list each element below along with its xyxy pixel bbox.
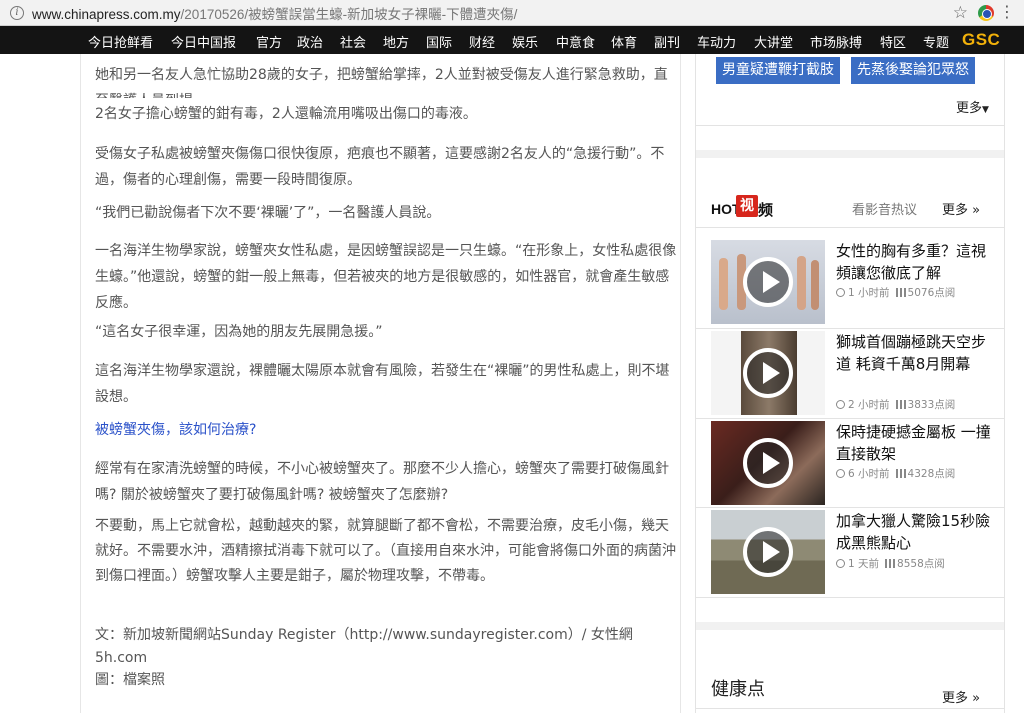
views-icon bbox=[885, 559, 896, 568]
nav-item[interactable]: 娱乐 bbox=[512, 32, 538, 51]
nav-item[interactable]: 车动力 bbox=[697, 32, 736, 51]
news-tag[interactable]: 先蒸後娶論犯眾怒 bbox=[851, 57, 975, 84]
browser-menu-icon[interactable]: ⋮ bbox=[999, 3, 1015, 21]
divider bbox=[696, 227, 1004, 228]
divider bbox=[696, 328, 1004, 329]
play-icon[interactable] bbox=[743, 348, 793, 398]
url-path: /20170526/被螃蟹誤當生蠔-新加坡女子裸曬-下體遭夾傷/ bbox=[180, 6, 518, 22]
divider bbox=[696, 708, 1004, 709]
health-section-title: 健康点 bbox=[711, 679, 765, 700]
article-paragraph: “我們已勸說傷者下次不要‘裸曬’了”，一名醫護人員說。 bbox=[95, 205, 441, 221]
info-icon[interactable]: i bbox=[10, 5, 24, 20]
video-meta: 6 小时前 4328点阅 bbox=[836, 466, 955, 481]
video-views: 5076点阅 bbox=[907, 287, 956, 299]
url-text[interactable]: www.chinapress.com.my/20170526/被螃蟹誤當生蠔-新… bbox=[32, 3, 932, 23]
play-icon[interactable] bbox=[743, 438, 793, 488]
browser-url-bar[interactable]: i www.chinapress.com.my/20170526/被螃蟹誤當生蠔… bbox=[0, 0, 1024, 26]
nav-item[interactable]: 财经 bbox=[469, 32, 495, 51]
extension-icon[interactable] bbox=[978, 5, 994, 21]
video-views: 3833点阅 bbox=[907, 399, 956, 411]
video-thumbnail[interactable] bbox=[711, 331, 825, 415]
divider bbox=[696, 622, 1004, 630]
nav-item[interactable]: 大讲堂 bbox=[754, 32, 793, 51]
url-host: www.chinapress.com.my bbox=[32, 6, 181, 22]
clock-icon bbox=[836, 559, 845, 568]
article-paragraph: 經常有在家清洗螃蟹的時候，不小心被螃蟹夾了。那麼不少人擔心，螃蟹夾了需要打破傷風… bbox=[95, 461, 669, 503]
views-icon bbox=[895, 400, 906, 409]
clock-icon bbox=[836, 400, 845, 409]
caret-down-icon: ▼ bbox=[982, 105, 989, 115]
article-photo-credit: 圖：檔案照 bbox=[95, 672, 165, 688]
video-meta: 1 天前 8558点阅 bbox=[836, 556, 945, 571]
article-paragraph: 受傷女子私處被螃蟹夾傷傷口很快復原，疤痕也不顯著，這要感謝2名友人的“急援行動”… bbox=[95, 146, 665, 188]
site-top-nav: 今日抢鲜看 今日中国报 官方 政治 社会 地方 国际 财经 娱乐 中意食 体育 … bbox=[0, 26, 1024, 54]
nav-item[interactable]: 副刊 bbox=[654, 32, 680, 51]
nav-item[interactable]: 政治 bbox=[297, 32, 323, 51]
more-link[interactable]: 更多▼ bbox=[956, 97, 989, 116]
nav-item[interactable]: 市场脉搏 bbox=[810, 32, 862, 51]
nav-item[interactable]: 国际 bbox=[426, 32, 452, 51]
video-title[interactable]: 加拿大獵人驚險15秒險成黑熊點心 bbox=[836, 510, 996, 554]
divider bbox=[696, 507, 1004, 508]
video-thumbnail[interactable] bbox=[711, 510, 825, 594]
play-icon[interactable] bbox=[743, 257, 793, 307]
video-time: 2 小时前 bbox=[848, 399, 890, 411]
news-tag[interactable]: 男童疑遭鞭打截肢 bbox=[716, 57, 840, 84]
hot-pin-label: 频 bbox=[758, 201, 774, 219]
video-thumbnail[interactable] bbox=[711, 421, 825, 505]
video-views: 8558点阅 bbox=[897, 558, 945, 570]
nav-item[interactable]: 专题 bbox=[923, 32, 949, 51]
nav-item[interactable]: 官方 bbox=[256, 32, 282, 51]
divider bbox=[696, 597, 1004, 598]
video-time: 6 小时前 bbox=[848, 468, 890, 480]
video-views: 4328点阅 bbox=[907, 468, 956, 480]
divider bbox=[696, 150, 1004, 158]
article-paragraph: 她和另一名友人急忙協助28歲的女子，把螃蟹給掌摔，2人並對被受傷友人進行緊急救助… bbox=[95, 67, 668, 98]
video-title[interactable]: 保時捷硬撼金屬板 一撞直接散架 bbox=[836, 421, 996, 465]
video-meta: 1 小时前 5076点阅 bbox=[836, 285, 955, 300]
gsc-logo[interactable]: GSC bbox=[962, 30, 1000, 50]
video-title[interactable]: 獅城首個蹦極跳天空步道 耗資千萬8月開幕 bbox=[836, 331, 996, 375]
article-paragraph: 一名海洋生物學家說，螃蟹夾女性私處，是因螃蟹誤認是一只生蠔。“在形象上，女性私處… bbox=[95, 243, 677, 311]
article-body: 她和另一名友人急忙協助28歲的女子，把螃蟹給掌摔，2人並對被受傷友人進行緊急救助… bbox=[80, 54, 681, 713]
video-meta: 2 小时前 3833点阅 bbox=[836, 397, 955, 412]
article-paragraph: “這名女子很幸運，因為她的朋友先展開急援。” bbox=[95, 324, 383, 340]
clock-icon bbox=[836, 469, 845, 478]
divider bbox=[696, 125, 1004, 126]
hot-video-subtitle: 看影音热议 bbox=[852, 203, 918, 218]
health-more-link[interactable]: 更多 » bbox=[942, 687, 980, 706]
views-icon bbox=[895, 288, 906, 297]
nav-item[interactable]: 体育 bbox=[611, 32, 637, 51]
video-thumbnail[interactable] bbox=[711, 240, 825, 324]
clock-icon bbox=[836, 288, 845, 297]
play-icon[interactable] bbox=[743, 527, 793, 577]
article-paragraph: 不要動，馬上它就會松，越動越夾的緊，就算腿斷了都不會松，不需要治療，皮毛小傷，幾… bbox=[95, 518, 676, 584]
article-paragraph: 這名海洋生物學家還說，裸體曬太陽原本就會有風險，若發生在“裸曬”的男性私處上，則… bbox=[95, 363, 670, 405]
video-title[interactable]: 女性的胸有多重？這視頻讓您徹底了解 bbox=[836, 240, 996, 284]
bookmark-star-icon[interactable]: ☆ bbox=[953, 3, 968, 23]
nav-item[interactable]: 地方 bbox=[383, 32, 409, 51]
article-subheading-link[interactable]: 被螃蟹夾傷，該如何治療? bbox=[95, 418, 680, 442]
nav-item[interactable]: 今日抢鲜看 bbox=[88, 32, 153, 51]
sidebar-border bbox=[1004, 54, 1005, 713]
video-time: 1 天前 bbox=[848, 558, 880, 570]
more-label: 更多 bbox=[956, 101, 983, 116]
video-time: 1 小时前 bbox=[848, 287, 890, 299]
nav-item[interactable]: 中意食 bbox=[556, 32, 595, 51]
nav-item[interactable]: 社会 bbox=[340, 32, 366, 51]
divider bbox=[696, 418, 1004, 419]
nav-item[interactable]: 今日中国报 bbox=[171, 32, 236, 51]
hot-shi-badge: 视 bbox=[736, 195, 758, 217]
article-source: 文：新加坡新聞網站Sunday Register（http://www.sund… bbox=[95, 627, 633, 666]
article-paragraph: 2名女子擔心螃蟹的鉗有毒，2人還輪流用嘴吸出傷口的毒液。 bbox=[95, 106, 477, 122]
views-icon bbox=[895, 469, 906, 478]
nav-item[interactable]: 特区 bbox=[880, 32, 906, 51]
hot-video-more-link[interactable]: 更多 » bbox=[942, 199, 980, 218]
